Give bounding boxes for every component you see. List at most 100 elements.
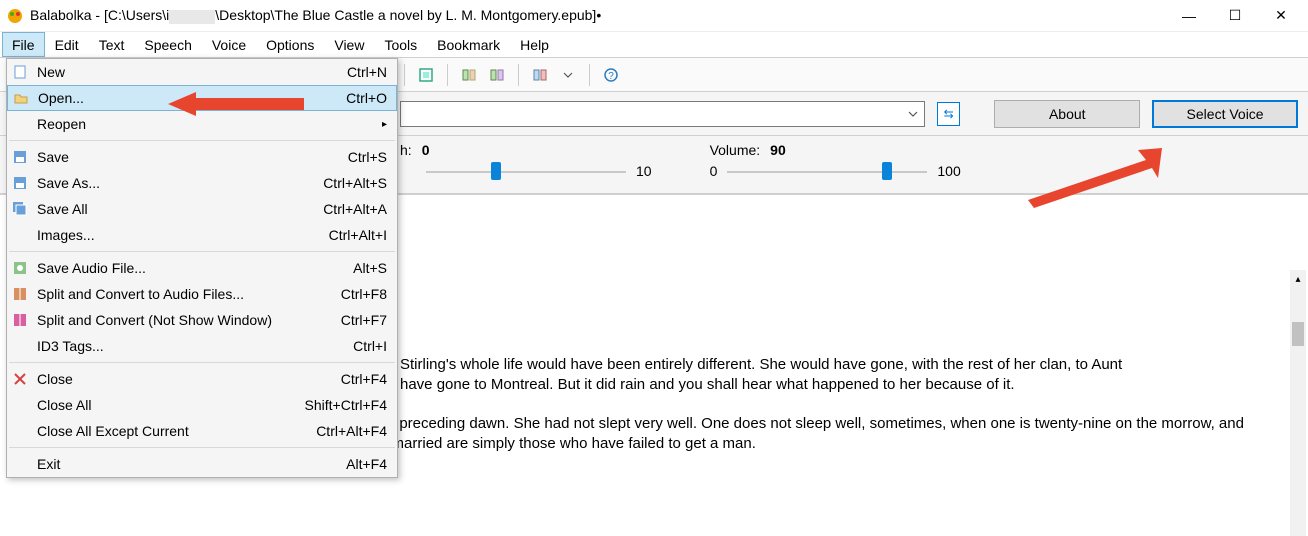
file-menu-split-and-convert-to-audio-files[interactable]: Split and Convert to Audio Files...Ctrl+… (7, 281, 397, 307)
file-menu-close-all-except-current[interactable]: Close All Except CurrentCtrl+Alt+F4 (7, 418, 397, 444)
menu-item-shortcut: Ctrl+Alt+F4 (304, 423, 387, 439)
menu-item-label: Save Audio File... (33, 260, 341, 276)
menu-speech[interactable]: Speech (134, 32, 201, 57)
volume-min: 0 (710, 163, 718, 179)
menu-bookmark[interactable]: Bookmark (427, 32, 510, 57)
pitch-label: h: (400, 142, 412, 158)
vertical-scrollbar[interactable]: ▴ (1290, 270, 1306, 536)
menu-item-shortcut: Alt+F4 (334, 456, 387, 472)
menu-help[interactable]: Help (510, 32, 559, 57)
open-icon (8, 90, 34, 106)
toolbar-separator (518, 64, 519, 86)
save-icon (7, 149, 33, 165)
menu-item-label: Save All (33, 201, 311, 217)
volume-max: 100 (937, 163, 960, 179)
menu-text[interactable]: Text (89, 32, 135, 57)
tool-icon[interactable] (529, 64, 551, 86)
menu-item-shortcut: Ctrl+F7 (329, 312, 387, 328)
redacted-user (169, 10, 215, 24)
menu-separator (9, 251, 395, 252)
menu-tools[interactable]: Tools (374, 32, 427, 57)
menu-item-label: Exit (33, 456, 334, 472)
file-menu-new[interactable]: NewCtrl+N (7, 59, 397, 85)
minimize-button[interactable]: ― (1166, 1, 1212, 31)
pitch-value: 0 (422, 142, 430, 158)
menu-item-shortcut: Ctrl+Alt+I (317, 227, 387, 243)
file-menu-id-tags[interactable]: ID3 Tags...Ctrl+I (7, 333, 397, 359)
split-icon (7, 286, 33, 302)
new-icon (7, 64, 33, 80)
saveall-icon (7, 201, 33, 217)
menubar: FileEditTextSpeechVoiceOptionsViewToolsB… (0, 32, 1308, 58)
tool-icon[interactable] (415, 64, 437, 86)
audio-icon (7, 260, 33, 276)
menu-edit[interactable]: Edit (45, 32, 89, 57)
menu-item-shortcut: Ctrl+N (335, 64, 387, 80)
scroll-thumb[interactable] (1292, 322, 1304, 346)
menu-options[interactable]: Options (256, 32, 324, 57)
menu-item-label: ID3 Tags... (33, 338, 341, 354)
file-menu-close[interactable]: CloseCtrl+F4 (7, 366, 397, 392)
file-menu-open[interactable]: Open...Ctrl+O (7, 85, 397, 111)
menu-item-label: Close All (33, 397, 293, 413)
scroll-up-icon[interactable]: ▴ (1290, 270, 1306, 288)
tool-icon[interactable] (486, 64, 508, 86)
menu-item-shortcut: Ctrl+S (336, 149, 387, 165)
select-voice-button[interactable]: Select Voice (1152, 100, 1298, 128)
volume-value: 90 (770, 142, 786, 158)
chevron-down-icon (908, 109, 918, 119)
about-button[interactable]: About (994, 100, 1140, 128)
menu-item-shortcut: Ctrl+F8 (329, 286, 387, 302)
menu-item-shortcut: Shift+Ctrl+F4 (293, 397, 387, 413)
toolbar-separator (447, 64, 448, 86)
volume-slider[interactable] (727, 160, 927, 182)
menu-item-label: Split and Convert (Not Show Window) (33, 312, 329, 328)
volume-label: Volume: (710, 142, 761, 158)
file-menu-save[interactable]: SaveCtrl+S (7, 144, 397, 170)
saveas-icon (7, 175, 33, 191)
menu-item-shortcut: Ctrl+O (334, 90, 387, 106)
maximize-button[interactable]: ☐ (1212, 1, 1258, 31)
file-menu-split-and-convert-not-show-window[interactable]: Split and Convert (Not Show Window)Ctrl+… (7, 307, 397, 333)
help-icon[interactable]: ? (600, 64, 622, 86)
menu-item-shortcut: Ctrl+F4 (329, 371, 387, 387)
menu-separator (9, 362, 395, 363)
file-menu-exit[interactable]: ExitAlt+F4 (7, 451, 397, 477)
titlebar: Balabolka - [C:\Users\i\Desktop\The Blue… (0, 0, 1308, 32)
tool-icon[interactable] (458, 64, 480, 86)
menu-item-shortcut: Alt+S (341, 260, 387, 276)
file-menu-save-as[interactable]: Save As...Ctrl+Alt+S (7, 170, 397, 196)
file-menu-reopen[interactable]: Reopen▸ (7, 111, 397, 137)
voice-select-combo[interactable] (400, 101, 925, 127)
swap-button[interactable]: ⇆ (937, 102, 960, 126)
file-menu-dropdown: NewCtrl+NOpen...Ctrl+OReopen▸SaveCtrl+SS… (6, 58, 398, 478)
menu-voice[interactable]: Voice (202, 32, 256, 57)
file-menu-save-all[interactable]: Save AllCtrl+Alt+A (7, 196, 397, 222)
menu-separator (9, 140, 395, 141)
file-menu-close-all[interactable]: Close AllShift+Ctrl+F4 (7, 392, 397, 418)
app-title: Balabolka - [C:\Users\i\Desktop\The Blue… (30, 7, 601, 23)
menu-item-label: Save As... (33, 175, 311, 191)
file-menu-save-audio-file[interactable]: Save Audio File...Alt+S (7, 255, 397, 281)
menu-item-label: Images... (33, 227, 317, 243)
menu-file[interactable]: File (2, 32, 45, 57)
close-icon (7, 371, 33, 387)
pitch-max: 10 (636, 163, 652, 179)
menu-item-label: New (33, 64, 335, 80)
menu-item-label: Open... (34, 90, 334, 106)
menu-separator (9, 447, 395, 448)
pitch-slider[interactable] (426, 160, 626, 182)
menu-view[interactable]: View (324, 32, 374, 57)
splitns-icon (7, 312, 33, 328)
close-window-button[interactable]: ✕ (1258, 1, 1304, 31)
toolbar-separator (589, 64, 590, 86)
menu-item-shortcut: Ctrl+Alt+S (311, 175, 387, 191)
menu-item-label: Close All Except Current (33, 423, 304, 439)
file-menu-images[interactable]: Images...Ctrl+Alt+I (7, 222, 397, 248)
menu-item-label: Split and Convert to Audio Files... (33, 286, 329, 302)
menu-item-shortcut: Ctrl+I (341, 338, 387, 354)
toolbar-separator (404, 64, 405, 86)
dropdown-icon[interactable] (557, 64, 579, 86)
menu-item-shortcut: Ctrl+Alt+A (311, 201, 387, 217)
svg-text:?: ? (608, 71, 614, 82)
